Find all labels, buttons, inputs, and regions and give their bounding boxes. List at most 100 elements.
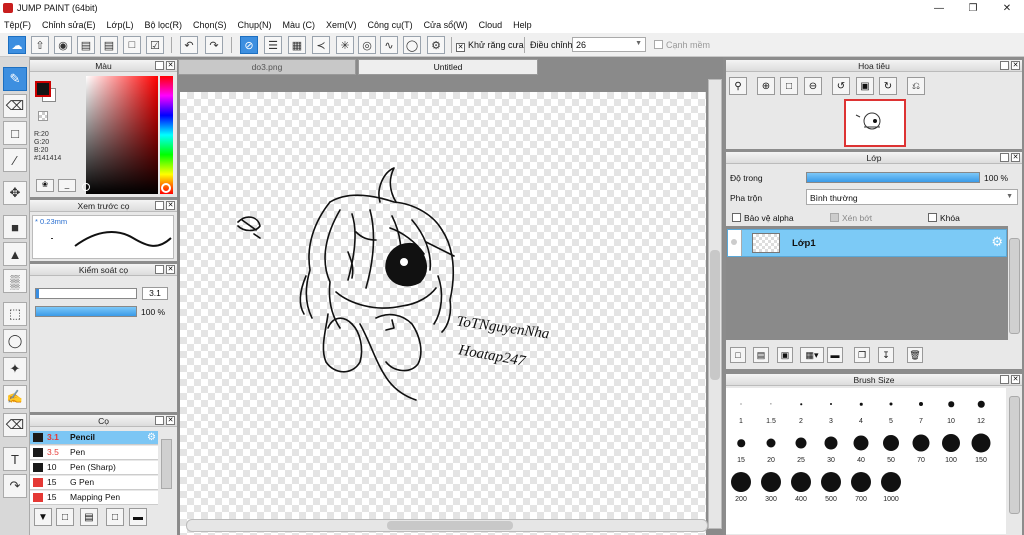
brush-size-option[interactable]: 4 [846, 390, 876, 425]
concentric-circle-icon[interactable]: ◎ [358, 36, 376, 54]
brush-item-pen-sharp[interactable]: 10 Pen (Sharp) [30, 461, 158, 475]
message-icon[interactable]: ▤ [77, 36, 95, 54]
menu-filter[interactable]: Bộ lọc(R) [144, 20, 182, 30]
rectangle-tool-icon[interactable]: □ [3, 121, 27, 145]
navigator-thumbnail[interactable] [844, 99, 906, 147]
menu-tools[interactable]: Công cụ(T) [368, 20, 413, 30]
panel-close-icon[interactable]: ✕ [166, 416, 175, 425]
brush-size-option[interactable]: 200 [726, 468, 756, 503]
move-tool-icon[interactable]: ✥ [3, 181, 27, 205]
menu-layer[interactable]: Lớp(L) [107, 20, 134, 30]
eraser-tool-icon[interactable]: ⌫ [3, 94, 27, 118]
layer-visibility-toggle[interactable] [728, 230, 742, 256]
brush-item-mapping-pen[interactable]: 15 Mapping Pen [30, 491, 158, 505]
new-layer-icon[interactable]: □ [730, 347, 746, 363]
panel-float-icon[interactable] [155, 61, 164, 70]
brush-size-option[interactable]: 15 [726, 429, 756, 464]
panel-close-icon[interactable]: ✕ [166, 265, 175, 274]
brush-size-option[interactable]: 300 [756, 468, 786, 503]
brush-item-g-pen[interactable]: 15 G Pen [30, 476, 158, 490]
menu-color[interactable]: Màu (C) [283, 20, 316, 30]
flip-icon[interactable]: ▣ [856, 77, 874, 95]
brush-folder-icon[interactable]: ▬ [129, 508, 147, 526]
document-icon[interactable]: □ [123, 36, 141, 54]
clipping-checkbox[interactable]: Xén bớt [830, 213, 872, 223]
undo-icon[interactable]: ↶ [180, 36, 198, 54]
ellipse-icon[interactable]: ◯ [403, 36, 421, 54]
select-pen-tool-icon[interactable]: ✍ [3, 385, 27, 409]
gear-icon[interactable]: ⚙ [991, 234, 1003, 250]
lock-checkbox[interactable]: Khóa [928, 213, 960, 223]
brush-size-option[interactable]: 70 [906, 429, 936, 464]
brush-item-pencil[interactable]: 3.1 Pencil ⚙ [30, 431, 158, 445]
bucket-tool-icon[interactable]: ▲ [3, 242, 27, 266]
perspective-icon[interactable]: ≺ [312, 36, 330, 54]
blend-mode-select[interactable]: Bình thường ▼ [806, 189, 1018, 205]
canvas-vertical-scrollbar[interactable] [708, 79, 722, 529]
canvas-horizontal-scrollbar[interactable] [186, 519, 708, 532]
checklist-icon[interactable]: ☑ [146, 36, 164, 54]
brush-item-pen[interactable]: 3.5 Pen [30, 446, 158, 460]
menu-help[interactable]: Help [513, 20, 532, 30]
brush-size-option[interactable]: 7 [906, 390, 936, 425]
radial-icon[interactable]: ✳ [336, 36, 354, 54]
brush-size-option[interactable]: 1.5 [756, 390, 786, 425]
gear-icon[interactable]: ⚙ [147, 431, 156, 444]
minus-icon[interactable]: _ [58, 179, 76, 192]
palette-icon[interactable]: ❀ [36, 179, 54, 192]
brush-size-option[interactable]: 30 [816, 429, 846, 464]
brush-size-option[interactable]: 500 [816, 468, 846, 503]
curve-icon[interactable]: ∿ [380, 36, 398, 54]
panel-close-icon[interactable]: ✕ [1011, 375, 1020, 384]
new-brush-icon[interactable]: □ [56, 508, 74, 526]
panel-float-icon[interactable] [1000, 61, 1009, 70]
fit-window-icon[interactable]: □ [780, 77, 798, 95]
hscroll-thumb[interactable] [387, 521, 513, 530]
transparent-color-icon[interactable] [38, 111, 48, 121]
maximize-button[interactable]: ❐ [956, 0, 990, 16]
magic-wand-tool-icon[interactable]: ✦ [3, 357, 27, 381]
layer-opacity-slider[interactable] [806, 172, 980, 183]
layer-menu-icon[interactable]: ▦▾ [800, 347, 824, 363]
tab-untitled[interactable]: Untitled [358, 59, 538, 75]
menu-file[interactable]: Tệp(F) [4, 20, 31, 30]
menu-view[interactable]: Xem(V) [326, 20, 357, 30]
brush-size-option[interactable]: 5 [876, 390, 906, 425]
duplicate-layer-icon[interactable]: ❐ [854, 347, 870, 363]
brush-list-scrollbar[interactable] [161, 439, 172, 489]
brush-size-option[interactable]: 700 [846, 468, 876, 503]
rotate-right-icon[interactable]: ↻ [879, 77, 897, 95]
comment-icon[interactable]: ◉ [54, 36, 72, 54]
brush-size-option[interactable]: 2 [786, 390, 816, 425]
color-gradient-picker[interactable] [82, 76, 158, 194]
brush-size-option[interactable]: 20 [756, 429, 786, 464]
brush-size-option[interactable]: 12 [966, 390, 996, 425]
layer-list-scrollbar[interactable] [1009, 238, 1020, 334]
eyedropper-tool-icon[interactable]: ↷ [3, 474, 27, 498]
panel-close-icon[interactable]: ✕ [166, 201, 175, 210]
tab-do3[interactable]: do3.png [178, 59, 356, 75]
fill-rect-tool-icon[interactable]: ■ [3, 215, 27, 239]
select-eraser-tool-icon[interactable]: ⌫ [3, 413, 27, 437]
drawing-canvas[interactable]: ToTNguyenNha Hoatap247 [180, 92, 706, 535]
antialias-checkbox[interactable]: ✕ Khử răng cưa [456, 40, 524, 52]
upload-icon[interactable]: ⇧ [31, 36, 49, 54]
brush-size-option[interactable]: 10 [936, 390, 966, 425]
merge-layer-icon[interactable]: ↧ [878, 347, 894, 363]
brush-size-option[interactable]: 50 [876, 429, 906, 464]
brush-size-option[interactable]: 400 [786, 468, 816, 503]
menu-window[interactable]: Cửa sổ(W) [424, 20, 468, 30]
grid-snap-icon[interactable]: ▦ [288, 36, 306, 54]
vscroll-thumb[interactable] [710, 250, 720, 380]
line-tool-icon[interactable]: ∕ [3, 148, 27, 172]
cloud-icon[interactable]: ☁ [8, 36, 26, 54]
gradient-tool-icon[interactable]: ▒ [3, 269, 27, 293]
delete-layer-icon[interactable]: 🗑 [907, 347, 923, 363]
brush-size-option[interactable]: 1 [726, 390, 756, 425]
new-folder-icon[interactable]: ▬ [827, 347, 843, 363]
gear-icon[interactable]: ⚙ [427, 36, 445, 54]
brush-size-value[interactable]: 3.1 [142, 287, 168, 300]
close-button[interactable]: ✕ [990, 0, 1024, 16]
copy-brush-icon[interactable]: □ [106, 508, 124, 526]
panel-float-icon[interactable] [155, 265, 164, 274]
